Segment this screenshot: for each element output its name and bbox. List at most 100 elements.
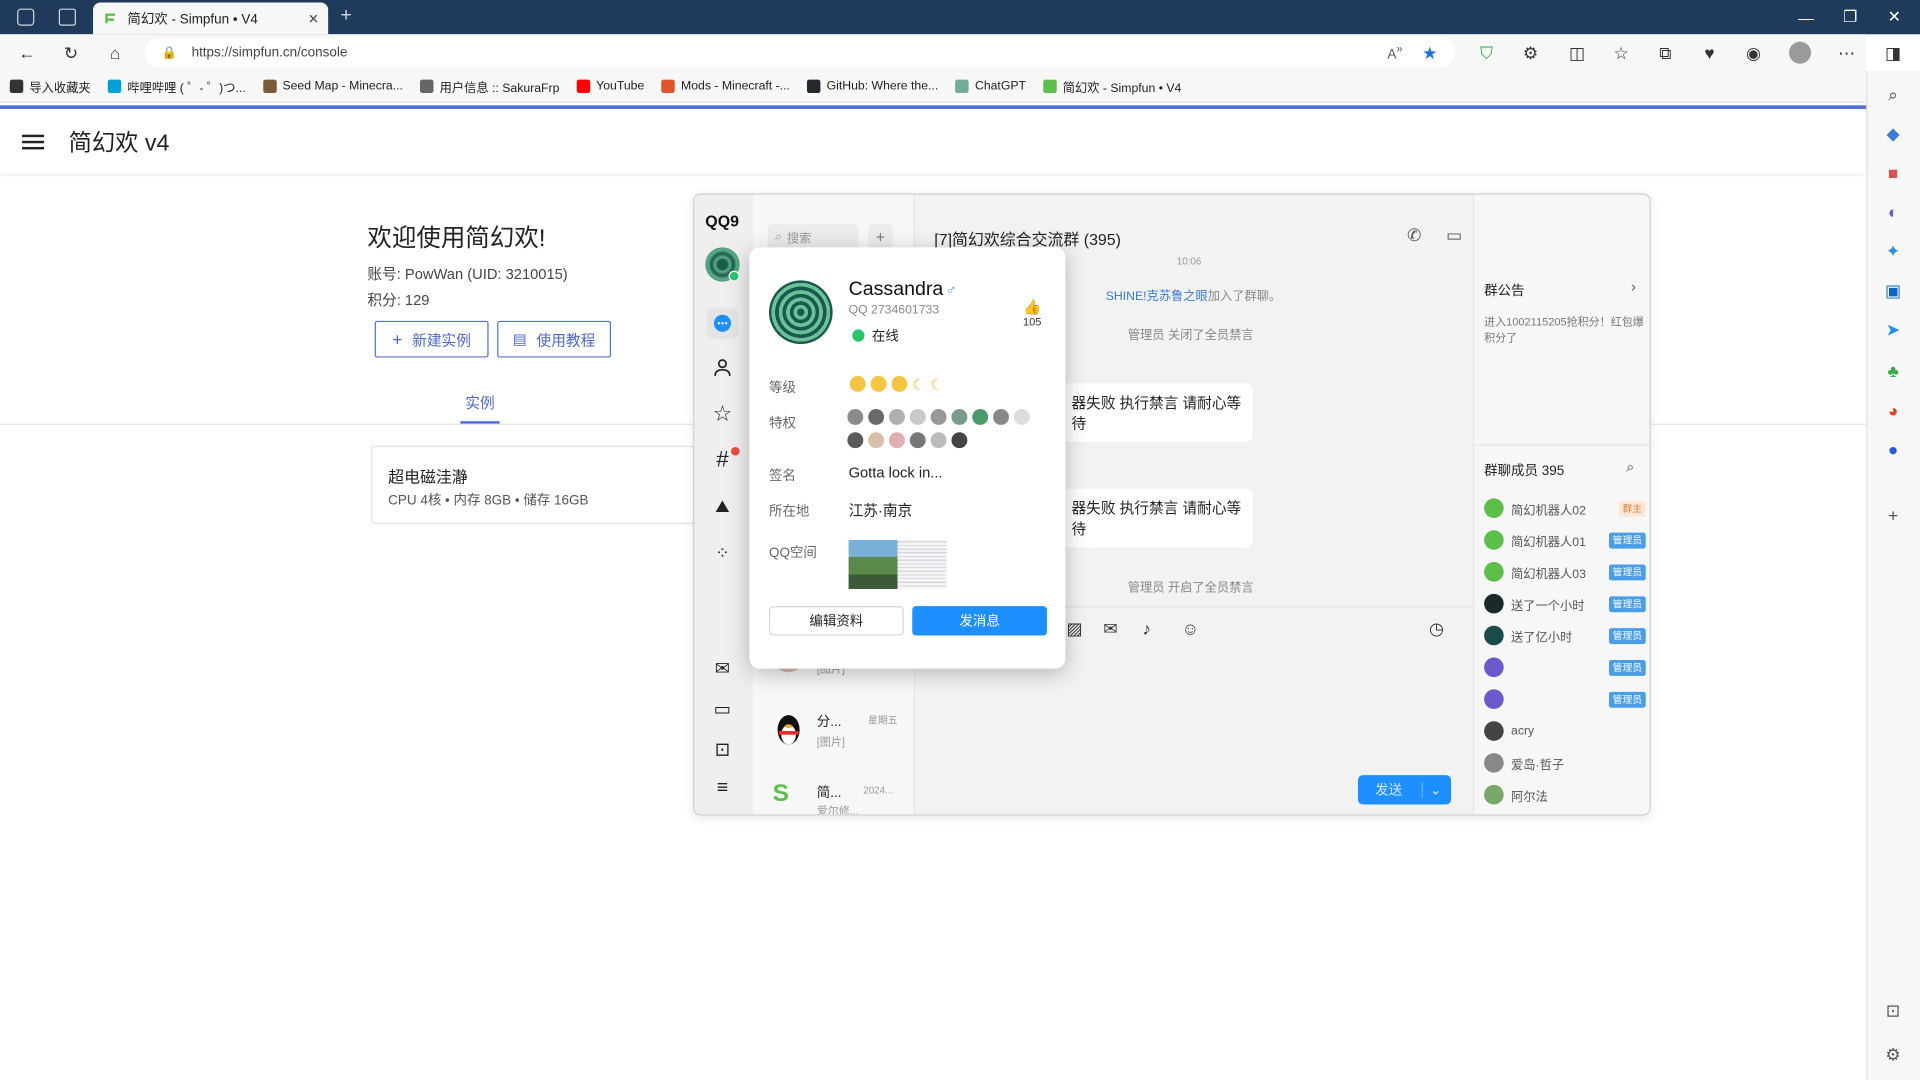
image-icon[interactable]: ▨ xyxy=(1067,618,1083,639)
sidebar-search-icon[interactable]: ⌕ xyxy=(1880,81,1907,108)
apps-grid-icon[interactable]: ⁘ xyxy=(709,539,736,566)
mail-icon[interactable]: ✉ xyxy=(709,655,736,682)
contacts-icon[interactable] xyxy=(709,354,736,381)
performance-icon[interactable]: ♥ xyxy=(1697,40,1721,64)
tutorial-label: 使用教程 xyxy=(536,331,596,349)
games-icon[interactable]: ◐ xyxy=(1880,198,1907,225)
bookmark-item[interactable]: 用户信息 :: SakuraFrp xyxy=(420,77,559,96)
browser-titlebar: 简幻欢 - Simpfun • V4 × + — ❐ ✕ xyxy=(0,0,1920,35)
screenshot-icon[interactable]: ⊡ xyxy=(1880,997,1907,1024)
joined-user-link[interactable]: SHINE!克苏鲁之眼 xyxy=(1106,290,1208,303)
bookmark-item[interactable]: 导入收藏夹 xyxy=(9,77,91,96)
qq-menu-icon[interactable]: ≡ xyxy=(709,775,736,802)
qzone-photo[interactable] xyxy=(897,540,947,589)
instance-card[interactable]: 超电磁洼瀞 CPU 4核 • 内存 8GB • 储存 16GB xyxy=(371,445,695,525)
member-name: 简幻机器人02 xyxy=(1511,503,1586,518)
tab-instances[interactable]: 实例 xyxy=(465,392,494,413)
bookmark-item[interactable]: 哔哩哔哩 ( ゜- ゜)つ... xyxy=(107,77,246,96)
favorites-icon[interactable]: ☆ xyxy=(1609,40,1633,64)
shield-icon[interactable]: ⛉ xyxy=(1474,40,1498,64)
minimize-button[interactable]: — xyxy=(1788,5,1825,29)
tutorial-button[interactable]: ▤ 使用教程 xyxy=(497,320,612,358)
qzone-photo[interactable] xyxy=(848,540,898,589)
copilot-sidebar-icon[interactable]: ✦ xyxy=(1880,238,1907,265)
member-row[interactable]: 送了亿小时 管理员 xyxy=(1484,623,1646,647)
collections-icon[interactable]: ⧉ xyxy=(1653,40,1677,64)
active-tab[interactable]: 简幻欢 - Simpfun • V4 × xyxy=(93,2,329,35)
robot-icon[interactable]: ☺ xyxy=(1182,618,1200,638)
profile-avatar[interactable] xyxy=(1788,41,1812,64)
tree-icon[interactable]: ♣ xyxy=(1880,358,1907,385)
members-search-icon[interactable]: ⌕ xyxy=(1626,458,1634,476)
video-icon[interactable]: ▭ xyxy=(1446,225,1462,246)
outlook-icon[interactable]: ▣ xyxy=(1880,277,1907,304)
list-item[interactable]: 分... 星期五 [图片] xyxy=(753,707,913,761)
sidebar-toggle-icon[interactable]: ◨ xyxy=(1881,40,1905,64)
home-icon[interactable]: ⌂ xyxy=(103,40,127,64)
send-dropdown-icon[interactable]: ⌄ xyxy=(1421,781,1441,798)
favorites-star-icon[interactable]: ☆ xyxy=(709,400,736,427)
bookmark-item[interactable]: Mods - Minecraft -... xyxy=(661,79,790,94)
announcement-title[interactable]: 群公告 xyxy=(1484,280,1524,300)
member-row[interactable]: 简幻机器人02 群主 xyxy=(1484,496,1646,520)
tab-close-icon[interactable]: × xyxy=(308,9,318,29)
read-aloud-icon[interactable]: A» xyxy=(1387,43,1402,62)
messages-icon[interactable] xyxy=(706,307,739,340)
back-icon[interactable]: ← xyxy=(15,40,39,64)
close-window-button[interactable]: ✕ xyxy=(1876,5,1913,29)
member-row[interactable]: acry xyxy=(1484,719,1646,743)
status-indicator[interactable]: 在线 xyxy=(852,326,899,346)
red-packet-icon[interactable]: ✉ xyxy=(1103,618,1117,639)
favorite-star-icon[interactable]: ★ xyxy=(1422,42,1437,63)
member-row[interactable]: 简幻机器人01 管理员 xyxy=(1484,528,1646,552)
add-button[interactable]: + xyxy=(868,224,893,249)
send-message-button[interactable]: 发消息 xyxy=(912,606,1047,636)
vertical-tabs-icon[interactable] xyxy=(58,8,76,26)
restore-button[interactable]: ❐ xyxy=(1832,5,1869,29)
add-sidebar-app-icon[interactable]: + xyxy=(1880,502,1907,529)
app-title: 简幻欢 v4 xyxy=(68,131,170,157)
shopping-tag-icon[interactable]: ◆ xyxy=(1880,120,1907,147)
baidu-icon[interactable]: ● xyxy=(1880,436,1907,463)
more-menu-icon[interactable]: ⋯ xyxy=(1834,40,1858,64)
workspaces-icon[interactable] xyxy=(17,8,35,26)
member-row[interactable]: 送了一个小时 管理员 xyxy=(1484,591,1646,615)
tools-briefcase-icon[interactable]: ■ xyxy=(1880,159,1907,186)
menu-hamburger-icon[interactable] xyxy=(22,130,45,152)
edit-profile-label: 编辑资料 xyxy=(809,614,864,630)
announcement-chevron-icon[interactable]: › xyxy=(1631,278,1636,295)
list-item[interactable]: S 简... 2024... 爱尔修... xyxy=(753,778,913,814)
member-row[interactable]: 管理员 xyxy=(1484,687,1646,711)
edit-profile-button[interactable]: 编辑资料 xyxy=(768,606,904,636)
member-row[interactable]: 简幻机器人03 管理员 xyxy=(1484,560,1646,584)
extensions-icon[interactable]: ⚙ xyxy=(1518,40,1542,64)
split-screen-icon[interactable]: ◫ xyxy=(1565,40,1589,64)
sidebar-settings-icon[interactable]: ⚙ xyxy=(1880,1041,1907,1068)
gallery-icon[interactable]: ⛰ xyxy=(709,492,736,519)
member-row[interactable]: 管理员 xyxy=(1484,655,1646,679)
folder-icon[interactable]: ▭ xyxy=(709,696,736,723)
address-bar[interactable]: 🔒 https://simpfun.cn/console A» ★ xyxy=(144,37,1455,68)
new-instance-button[interactable]: + 新建实例 xyxy=(374,320,489,358)
copilot-icon[interactable]: ◉ xyxy=(1741,40,1765,64)
thumbs-up-icon: 👍 xyxy=(1023,298,1042,316)
bookmark-item[interactable]: Seed Map - Minecra... xyxy=(262,79,403,94)
bookmark-item[interactable]: ChatGPT xyxy=(955,79,1026,94)
send-icon[interactable]: ➤ xyxy=(1880,316,1907,343)
bookmark-item[interactable]: GitHub: Where the... xyxy=(807,79,938,94)
profile-avatar[interactable] xyxy=(768,280,833,345)
call-icon[interactable]: ✆ xyxy=(1407,225,1421,246)
search-input[interactable]: ⌕ 搜索 xyxy=(767,224,859,249)
weibo-icon[interactable]: ◕ xyxy=(1880,397,1907,424)
member-row[interactable]: 爱岛·哲子 xyxy=(1484,751,1646,775)
send-button[interactable]: 发送 ⌄ xyxy=(1357,775,1452,805)
like-button[interactable]: 👍 105 xyxy=(1019,299,1046,328)
new-tab-button[interactable]: + xyxy=(340,5,351,27)
history-clock-icon[interactable]: ◷ xyxy=(1429,618,1444,639)
bookmark-item[interactable]: 简幻欢 - Simpfun • V4 xyxy=(1043,77,1181,96)
member-row[interactable]: 阿尔法 xyxy=(1484,782,1646,806)
bookmark-icon[interactable]: ⊡ xyxy=(709,736,736,763)
refresh-icon[interactable]: ↻ xyxy=(59,40,83,64)
microphone-icon[interactable]: ♪ xyxy=(1142,618,1151,638)
bookmark-item[interactable]: YouTube xyxy=(576,79,644,94)
